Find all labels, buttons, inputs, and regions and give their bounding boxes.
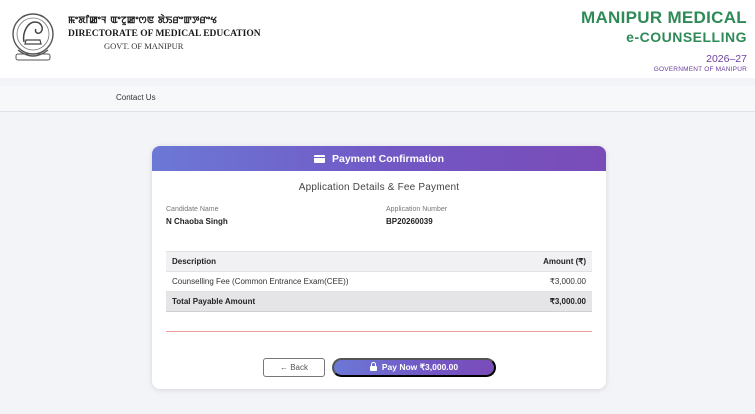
fee-table: Description Amount (₹) Counselling Fee (… <box>166 251 592 312</box>
payment-confirmation-card: Payment Confirmation Application Details… <box>152 146 606 389</box>
pay-now-label: Pay Now ₹3,000.00 <box>381 362 459 372</box>
application-number-value: BP20260039 <box>386 217 433 226</box>
brand-block: MANIPUR MEDICAL e-COUNSELLING 2026–27 GO… <box>581 8 747 73</box>
candidate-info: Candidate Name N Chaoba Singh <box>166 206 228 226</box>
application-number-label: Application Number <box>386 206 448 213</box>
brand-title: MANIPUR MEDICAL <box>581 8 747 27</box>
total-row: Total Payable Amount ₹3,000.00 <box>166 291 592 312</box>
navbar: Contact Us <box>0 86 755 112</box>
brand-subtitle: e-COUNSELLING <box>626 29 747 45</box>
credit-card-icon <box>313 154 325 163</box>
table-row: Counselling Fee (Common Entrance Exam(CE… <box>166 271 592 292</box>
total-label: Total Payable Amount <box>166 291 496 312</box>
card-title: Payment Confirmation <box>331 152 444 165</box>
table-header-row: Description Amount (₹) <box>166 251 592 272</box>
directorate-name: DIRECTORATE OF MEDICAL EDUCATION <box>68 29 261 39</box>
directorate-script-title: ꯃꯦꯗꯤꯀꯦꯜ ꯑꯦꯖꯨꯀꯦꯁꯟ ꯗꯥꯏꯔꯦꯛꯇꯔꯦꯠ <box>68 15 218 26</box>
directorate-govt: GOVT. OF MANIPUR <box>104 41 184 51</box>
lock-icon <box>369 362 377 371</box>
col-amount-header: Amount (₹) <box>495 251 592 272</box>
total-amount: ₹3,000.00 <box>495 291 592 312</box>
fee-description: Counselling Fee (Common Entrance Exam(CE… <box>166 271 496 292</box>
section-divider <box>166 331 592 332</box>
directorate-block: ꯃꯦꯗꯤꯀꯦꯜ ꯑꯦꯖꯨꯀꯦꯁꯟ ꯗꯥꯏꯔꯦꯛꯇꯔꯦꯠ DIRECTORATE … <box>68 14 261 51</box>
fee-amount: ₹3,000.00 <box>495 271 592 292</box>
nav-contact-us-link[interactable]: Contact Us <box>116 93 156 102</box>
kangla-sha-emblem-icon <box>12 13 54 61</box>
application-info: Application Number BP20260039 <box>386 206 447 226</box>
card-header: Payment Confirmation <box>152 146 606 171</box>
candidate-name-value: N Chaoba Singh <box>166 217 228 226</box>
site-header: ꯃꯦꯗꯤꯀꯦꯜ ꯑꯦꯖꯨꯀꯦꯁꯟ ꯗꯥꯏꯔꯦꯛꯇꯔꯦꯠ DIRECTORATE … <box>0 0 755 78</box>
pay-now-button[interactable]: Pay Now ₹3,000.00 <box>332 358 496 377</box>
back-button[interactable]: ← Back <box>263 358 325 377</box>
brand-govt: GOVERNMENT OF MANIPUR <box>653 66 747 73</box>
card-subtitle: Application Details & Fee Payment <box>298 182 460 193</box>
brand-year: 2026–27 <box>706 53 747 65</box>
col-description-header: Description <box>166 251 496 272</box>
candidate-name-label: Candidate Name <box>166 206 219 213</box>
